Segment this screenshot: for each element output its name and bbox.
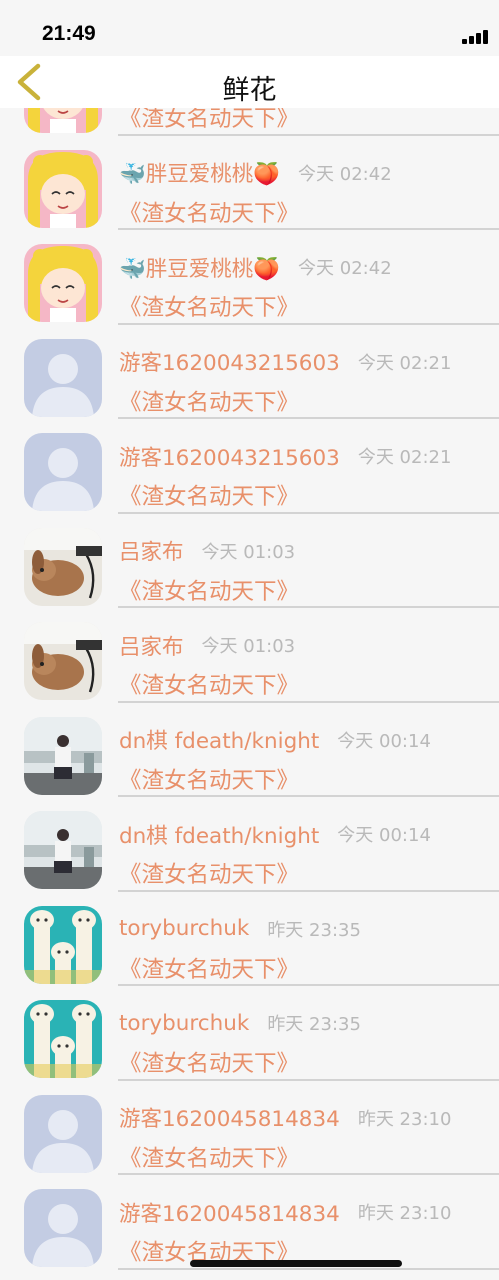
- sailor-moon-avatar[interactable]: [24, 108, 102, 133]
- home-indicator: [190, 1260, 402, 1267]
- list-item[interactable]: 🐳胖豆爱桃桃🍑今天 02:42《渣女名动天下》: [0, 108, 499, 136]
- user-name[interactable]: 吕家布: [119, 630, 184, 661]
- user-name[interactable]: 游客1620043215603: [119, 346, 340, 377]
- user-name[interactable]: 游客1620045814834: [119, 1197, 340, 1228]
- list-item[interactable]: dn棋 fdeath/knight 今天 00:14 《渣女名动天下》: [0, 703, 499, 797]
- alpaca-avatar[interactable]: [24, 906, 102, 984]
- user-name[interactable]: 🐳胖豆爱桃桃🍑: [119, 252, 280, 283]
- list-item[interactable]: 吕家布 今天 01:03 《渣女名动天下》: [0, 514, 499, 608]
- list-item[interactable]: 游客1620043215603 今天 02:21 《渣女名动天下》: [0, 325, 499, 419]
- list-item[interactable]: 🐳胖豆爱桃桃🍑 今天 02:42 《渣女名动天下》: [0, 230, 499, 325]
- nav-bar: 鲜花: [0, 56, 499, 108]
- person-avatar[interactable]: [24, 811, 102, 889]
- rabbit-avatar[interactable]: [24, 622, 102, 700]
- user-name[interactable]: 🐳胖豆爱桃桃🍑: [119, 157, 280, 188]
- default-avatar[interactable]: [24, 339, 102, 417]
- user-name[interactable]: 吕家布: [119, 535, 184, 566]
- page-title: 鲜花: [222, 75, 277, 106]
- message-text: 《渣女名动天下》: [119, 673, 300, 699]
- timestamp: 今天 00:14: [337, 825, 431, 846]
- timestamp: 今天 02:42: [298, 258, 392, 279]
- status-bar: 21:49: [0, 0, 499, 56]
- user-name[interactable]: 游客1620045814834: [119, 1102, 340, 1133]
- list-item[interactable]: 游客1620045814834 昨天 23:10 《渣女名动天下》: [0, 1081, 499, 1175]
- rabbit-avatar[interactable]: [24, 528, 102, 606]
- list-item[interactable]: 游客1620045814834 昨天 23:10 《渣女名动天下》: [0, 1175, 499, 1270]
- list-item[interactable]: dn棋 fdeath/knight 今天 00:14 《渣女名动天下》: [0, 797, 499, 892]
- list-item[interactable]: 吕家布 今天 01:03 《渣女名动天下》: [0, 608, 499, 703]
- user-name[interactable]: dn棋 fdeath/knight: [119, 724, 319, 755]
- timestamp: 今天 00:14: [337, 730, 431, 752]
- message-text: 《渣女名动天下》: [119, 200, 300, 227]
- message-text: 《渣女名动天下》: [119, 1051, 300, 1077]
- message-text: 《渣女名动天下》: [119, 484, 300, 510]
- sailor-moon-avatar[interactable]: [24, 244, 102, 322]
- message-text: 《渣女名动天下》: [119, 389, 300, 416]
- timestamp: 今天 02:42: [298, 163, 392, 185]
- timestamp: 今天 02:21: [357, 447, 452, 468]
- message-list[interactable]: 🐳胖豆爱桃桃🍑 今天 02:42 《渣女名动天下》 🐳胖豆爱桃桃🍑 今天 02:42 《渣…: [0, 108, 499, 1280]
- message-text: 《渣女名动天下》: [119, 767, 300, 794]
- timestamp: 昨天 23:10: [357, 1203, 452, 1224]
- user-name[interactable]: toryburchuk: [119, 916, 249, 941]
- timestamp: 今天 02:21: [357, 352, 452, 374]
- message-text: 《渣女名动天下》: [119, 295, 300, 321]
- message-text: 《渣女名动天下》: [119, 956, 300, 983]
- message-text: 《渣女名动天下》: [119, 862, 300, 888]
- timestamp: 今天 01:03: [201, 541, 296, 563]
- user-name[interactable]: dn棋 fdeath/knight: [119, 819, 319, 850]
- message-text: 《渣女名动天下》: [119, 578, 300, 605]
- user-name[interactable]: 游客1620043215603: [119, 441, 340, 472]
- sailor-moon-avatar[interactable]: [24, 150, 102, 228]
- default-avatar[interactable]: [24, 1095, 102, 1173]
- user-name[interactable]: toryburchuk: [119, 1011, 249, 1036]
- list-item[interactable]: 游客1620043215603 今天 02:21 《渣女名动天下》: [0, 419, 499, 514]
- message-text: 《渣女名动天下》: [119, 1145, 300, 1172]
- default-avatar[interactable]: [24, 1189, 102, 1267]
- timestamp: 昨天 23:35: [267, 1014, 361, 1035]
- default-avatar[interactable]: [24, 433, 102, 511]
- signal-icon: [462, 30, 492, 44]
- status-time: 21:49: [42, 22, 96, 45]
- person-avatar[interactable]: [24, 717, 102, 795]
- timestamp: 昨天 23:35: [267, 919, 361, 941]
- timestamp: 今天 01:03: [201, 636, 296, 657]
- message-text: 《渣女名动天下》: [119, 108, 300, 132]
- list-item[interactable]: toryburchuk 昨天 23:35 《渣女名动天下》: [0, 892, 499, 986]
- list-item[interactable]: toryburchuk 昨天 23:35 《渣女名动天下》: [0, 986, 499, 1081]
- alpaca-avatar[interactable]: [24, 1000, 102, 1078]
- divider: [118, 1267, 499, 1270]
- list-item[interactable]: 🐳胖豆爱桃桃🍑 今天 02:42 《渣女名动天下》: [0, 136, 499, 230]
- timestamp: 昨天 23:10: [357, 1108, 452, 1130]
